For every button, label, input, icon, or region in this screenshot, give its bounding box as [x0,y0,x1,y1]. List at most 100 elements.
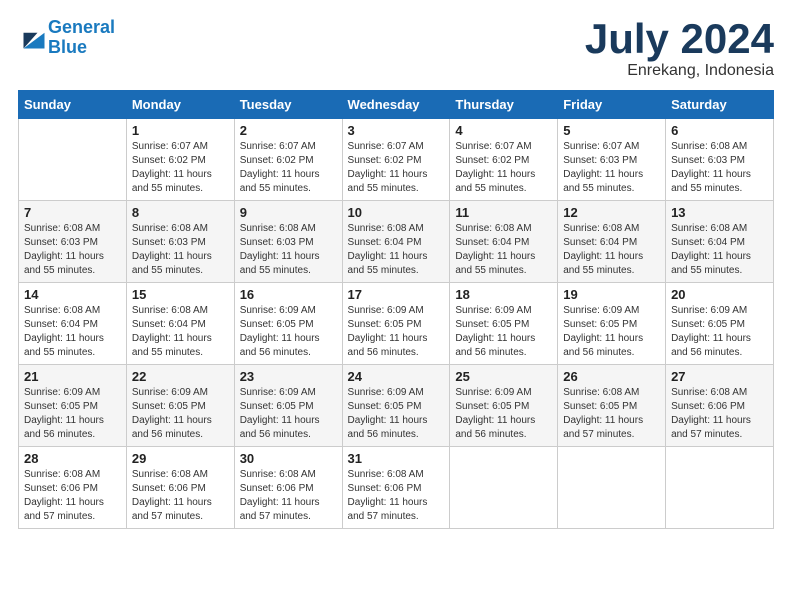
calendar-cell: 20 Sunrise: 6:09 AMSunset: 6:05 PMDayligh… [666,283,774,365]
day-number: 29 [132,451,229,466]
day-info: Sunrise: 6:09 AMSunset: 6:05 PMDaylight:… [240,304,337,360]
day-number: 5 [563,123,660,138]
calendar-cell: 21 Sunrise: 6:09 AMSunset: 6:05 PMDayligh… [19,365,127,447]
day-number: 20 [671,287,768,302]
day-number: 18 [455,287,552,302]
day-info: Sunrise: 6:09 AMSunset: 6:05 PMDaylight:… [455,386,552,442]
calendar-cell: 19 Sunrise: 6:09 AMSunset: 6:05 PMDayligh… [558,283,666,365]
day-number: 8 [132,205,229,220]
day-info: Sunrise: 6:07 AMSunset: 6:02 PMDaylight:… [348,140,445,196]
day-info: Sunrise: 6:08 AMSunset: 6:06 PMDaylight:… [132,468,229,524]
calendar-cell: 7Sunrise: 6:08 AMSunset: 6:03 PMDaylight… [19,201,127,283]
day-number: 10 [348,205,445,220]
day-number: 16 [240,287,337,302]
calendar-cell: 12 Sunrise: 6:08 AMSunset: 6:04 PMDayligh… [558,201,666,283]
day-info: Sunrise: 6:07 AMSunset: 6:02 PMDaylight:… [132,140,229,196]
day-number: 31 [348,451,445,466]
calendar-cell: 13 Sunrise: 6:08 AMSunset: 6:04 PMDayligh… [666,201,774,283]
day-info: Sunrise: 6:09 AMSunset: 6:05 PMDaylight:… [240,386,337,442]
day-info: Sunrise: 6:09 AMSunset: 6:05 PMDaylight:… [563,304,660,360]
day-number: 3 [348,123,445,138]
day-info: Sunrise: 6:09 AMSunset: 6:05 PMDaylight:… [671,304,768,360]
weekday-header-friday: Friday [558,91,666,119]
weekday-header-wednesday: Wednesday [342,91,450,119]
day-number: 4 [455,123,552,138]
calendar-cell: 29 Sunrise: 6:08 AMSunset: 6:06 PMDayligh… [126,447,234,529]
day-number: 19 [563,287,660,302]
calendar-cell: 8 Sunrise: 6:08 AMSunset: 6:03 PMDaylight… [126,201,234,283]
weekday-header-row: SundayMondayTuesdayWednesdayThursdayFrid… [19,91,774,119]
day-number: 26 [563,369,660,384]
calendar-cell: 15Sunrise: 6:08 AMSunset: 6:04 PMDayligh… [126,283,234,365]
day-info: Sunrise: 6:08 AMSunset: 6:04 PMDaylight:… [24,304,121,360]
day-info: Sunrise: 6:08 AMSunset: 6:04 PMDaylight:… [348,222,445,278]
day-number: 12 [563,205,660,220]
day-info: Sunrise: 6:08 AMSunset: 6:04 PMDaylight:… [455,222,552,278]
calendar-cell [450,447,558,529]
calendar-cell: 4 Sunrise: 6:07 AMSunset: 6:02 PMDaylight… [450,119,558,201]
calendar-cell: 5 Sunrise: 6:07 AMSunset: 6:03 PMDaylight… [558,119,666,201]
calendar-table: SundayMondayTuesdayWednesdayThursdayFrid… [18,90,774,529]
day-number: 17 [348,287,445,302]
calendar-cell: 30 Sunrise: 6:08 AMSunset: 6:06 PMDayligh… [234,447,342,529]
day-number: 9 [240,205,337,220]
day-info: Sunrise: 6:08 AMSunset: 6:03 PMDaylight:… [24,222,121,278]
day-info: Sunrise: 6:09 AMSunset: 6:05 PMDaylight:… [455,304,552,360]
calendar-cell: 3 Sunrise: 6:07 AMSunset: 6:02 PMDaylight… [342,119,450,201]
calendar-cell: 16 Sunrise: 6:09 AMSunset: 6:05 PMDayligh… [234,283,342,365]
day-number: 13 [671,205,768,220]
day-info: Sunrise: 6:08 AMSunset: 6:06 PMDaylight:… [348,468,445,524]
day-info: Sunrise: 6:09 AMSunset: 6:05 PMDaylight:… [348,386,445,442]
day-info: Sunrise: 6:07 AMSunset: 6:02 PMDaylight:… [240,140,337,196]
day-number: 14 [24,287,121,302]
day-info: Sunrise: 6:08 AMSunset: 6:03 PMDaylight:… [132,222,229,278]
day-number: 24 [348,369,445,384]
day-number: 25 [455,369,552,384]
page: General Blue July 2024 Enrekang, Indones… [0,0,792,612]
calendar-cell: 28 Sunrise: 6:08 AMSunset: 6:06 PMDayligh… [19,447,127,529]
day-number: 23 [240,369,337,384]
day-number: 1 [132,123,229,138]
day-info: Sunrise: 6:08 AMSunset: 6:06 PMDaylight:… [240,468,337,524]
day-number: 11 [455,205,552,220]
calendar-cell: 23 Sunrise: 6:09 AMSunset: 6:05 PMDayligh… [234,365,342,447]
month-title: July 2024 [585,18,774,60]
calendar-cell: 27 Sunrise: 6:08 AMSunset: 6:06 PMDayligh… [666,365,774,447]
calendar-cell: 14 Sunrise: 6:08 AMSunset: 6:04 PMDayligh… [19,283,127,365]
calendar-cell: 1 Sunrise: 6:07 AMSunset: 6:02 PMDaylight… [126,119,234,201]
day-info: Sunrise: 6:08 AMSunset: 6:03 PMDaylight:… [240,222,337,278]
day-info: Sunrise: 6:09 AMSunset: 6:05 PMDaylight:… [24,386,121,442]
calendar-week-row: 28 Sunrise: 6:08 AMSunset: 6:06 PMDayligh… [19,447,774,529]
calendar-cell: 31 Sunrise: 6:08 AMSunset: 6:06 PMDayligh… [342,447,450,529]
day-number: 22 [132,369,229,384]
day-info: Sunrise: 6:08 AMSunset: 6:05 PMDaylight:… [563,386,660,442]
calendar-cell: 24 Sunrise: 6:09 AMSunset: 6:05 PMDayligh… [342,365,450,447]
location-subtitle: Enrekang, Indonesia [585,62,774,80]
calendar-cell [19,119,127,201]
day-info: Sunrise: 6:08 AMSunset: 6:03 PMDaylight:… [671,140,768,196]
logo-text: General Blue [48,18,115,58]
header: General Blue July 2024 Enrekang, Indones… [18,18,774,80]
day-number: 27 [671,369,768,384]
day-number: 30 [240,451,337,466]
day-number: 21 [24,369,121,384]
day-info: Sunrise: 6:09 AMSunset: 6:05 PMDaylight:… [132,386,229,442]
day-info: Sunrise: 6:07 AMSunset: 6:03 PMDaylight:… [563,140,660,196]
weekday-header-thursday: Thursday [450,91,558,119]
calendar-cell: 9 Sunrise: 6:08 AMSunset: 6:03 PMDaylight… [234,201,342,283]
day-info: Sunrise: 6:08 AMSunset: 6:06 PMDaylight:… [24,468,121,524]
calendar-cell: 11 Sunrise: 6:08 AMSunset: 6:04 PMDayligh… [450,201,558,283]
weekday-header-monday: Monday [126,91,234,119]
weekday-header-saturday: Saturday [666,91,774,119]
calendar-cell: 17 Sunrise: 6:09 AMSunset: 6:05 PMDayligh… [342,283,450,365]
logo: General Blue [18,18,115,58]
calendar-cell: 10 Sunrise: 6:08 AMSunset: 6:04 PMDayligh… [342,201,450,283]
calendar-week-row: 7Sunrise: 6:08 AMSunset: 6:03 PMDaylight… [19,201,774,283]
day-info: Sunrise: 6:08 AMSunset: 6:06 PMDaylight:… [671,386,768,442]
day-number: 28 [24,451,121,466]
day-info: Sunrise: 6:08 AMSunset: 6:04 PMDaylight:… [563,222,660,278]
day-info: Sunrise: 6:09 AMSunset: 6:05 PMDaylight:… [348,304,445,360]
day-info: Sunrise: 6:08 AMSunset: 6:04 PMDaylight:… [671,222,768,278]
day-info: Sunrise: 6:07 AMSunset: 6:02 PMDaylight:… [455,140,552,196]
calendar-cell [558,447,666,529]
